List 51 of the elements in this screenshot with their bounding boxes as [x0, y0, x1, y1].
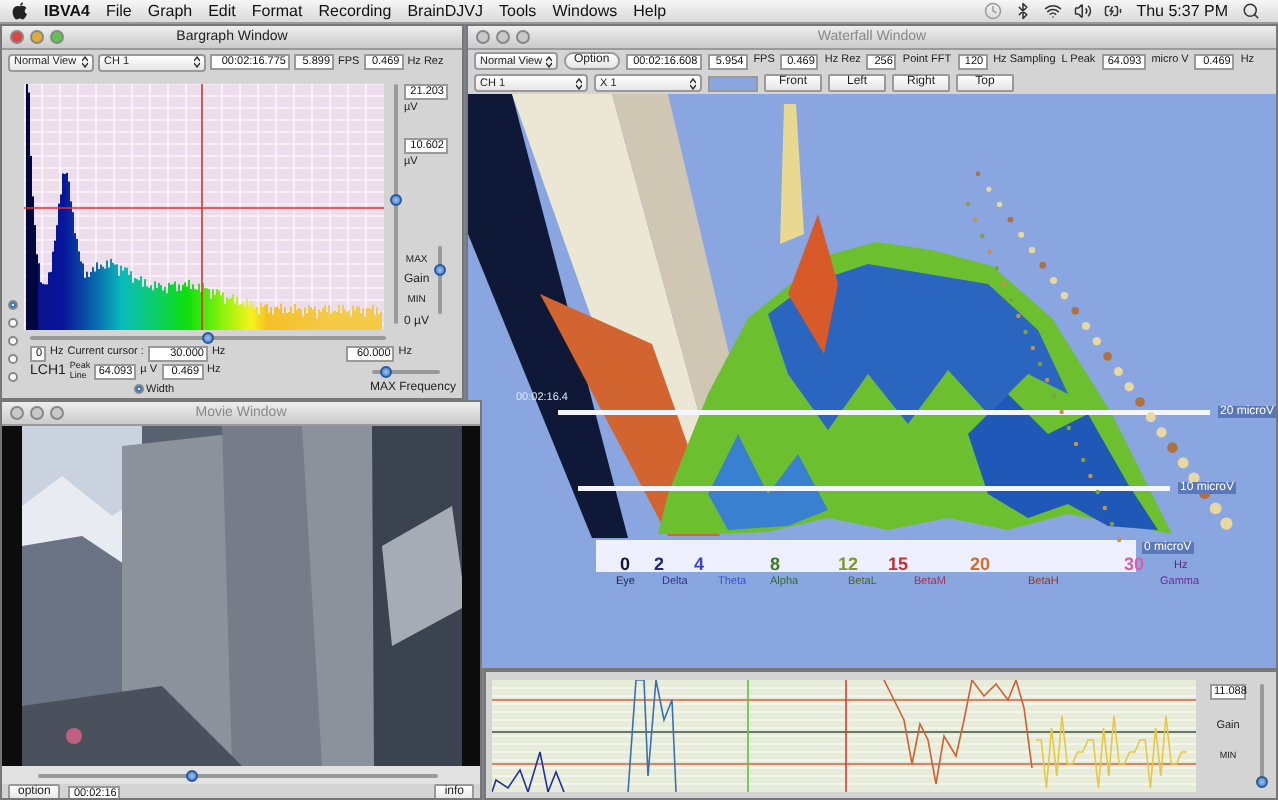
close-button[interactable] — [10, 30, 24, 44]
updown-caret-icon — [194, 56, 200, 68]
frequency-tick: 20 — [970, 556, 991, 574]
updown-caret-icon — [576, 77, 582, 89]
zoom-button[interactable] — [50, 30, 64, 44]
frequency-tick: 12 — [838, 556, 859, 574]
minimize-button[interactable] — [30, 30, 44, 44]
frequency-tick: 0 — [620, 556, 631, 574]
menu-item[interactable]: File — [97, 1, 140, 21]
updown-caret-icon — [546, 55, 552, 67]
zoom-button[interactable] — [50, 406, 64, 420]
menu-item[interactable]: Graph — [139, 1, 201, 21]
close-button[interactable] — [476, 30, 490, 44]
updown-caret-icon — [690, 77, 696, 89]
minimize-button[interactable] — [496, 30, 510, 44]
slider-thumb[interactable] — [1256, 775, 1268, 787]
radio-button[interactable] — [8, 318, 18, 328]
menu-item[interactable]: Format — [243, 1, 311, 21]
updown-caret-icon — [82, 56, 88, 68]
slider-thumb[interactable] — [202, 331, 214, 343]
app-menu[interactable]: IBVA4 — [36, 1, 98, 21]
frequency-tick: 4 — [694, 556, 705, 574]
radio-button[interactable] — [8, 354, 18, 364]
bluetooth-icon[interactable] — [1014, 2, 1033, 20]
radio-button[interactable] — [8, 300, 18, 310]
frequency-tick: 15 — [888, 556, 909, 574]
zoom-button[interactable] — [516, 30, 530, 44]
menu-item[interactable]: BrainDJVJ — [399, 1, 491, 21]
volume-icon[interactable] — [1074, 2, 1093, 20]
clock-icon[interactable] — [984, 2, 1003, 20]
slider-thumb[interactable] — [380, 365, 393, 377]
slider-thumb[interactable] — [185, 769, 198, 781]
search-icon[interactable] — [1242, 2, 1260, 20]
slider-thumb[interactable] — [390, 193, 402, 206]
wifi-icon[interactable] — [1044, 2, 1063, 20]
menu-item[interactable]: Edit — [200, 1, 244, 21]
radio-button[interactable] — [8, 336, 18, 346]
menu-item[interactable]: Windows — [544, 1, 626, 21]
clock-menu[interactable]: Thu 5:37 PM — [1128, 1, 1236, 21]
radio-button[interactable] — [8, 372, 18, 382]
frequency-tick: 8 — [770, 556, 781, 574]
color-swatch[interactable] — [708, 75, 758, 91]
slider-thumb[interactable] — [433, 263, 446, 276]
battery-icon[interactable] — [1104, 2, 1123, 20]
apple-logo-icon[interactable] — [12, 2, 28, 20]
frequency-tick: 2 — [654, 556, 665, 574]
minimize-button[interactable] — [30, 406, 44, 420]
menu-item[interactable]: Tools — [491, 1, 545, 21]
close-button[interactable] — [10, 406, 24, 420]
menu-item[interactable]: Help — [625, 1, 675, 21]
menu-item[interactable]: Recording — [310, 1, 400, 21]
